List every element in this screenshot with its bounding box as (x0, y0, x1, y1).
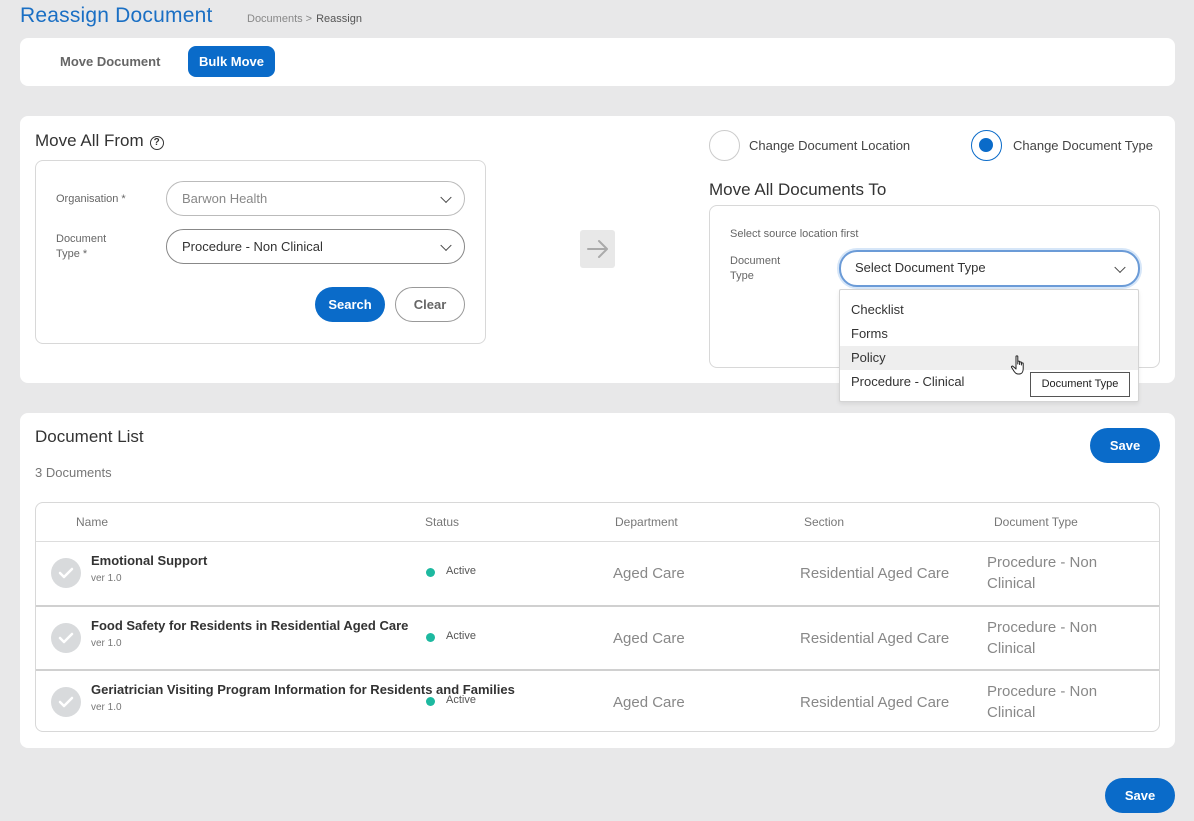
organisation-value: Barwon Health (182, 191, 268, 206)
section-cell: Residential Aged Care (800, 630, 950, 647)
status-dot-icon (426, 568, 435, 577)
doc-type-label-line1: Document (56, 233, 107, 245)
doc-type-label: Document Type * (56, 232, 106, 262)
status-badge: Active (446, 565, 476, 577)
section-cell: Residential Aged Care (800, 565, 950, 582)
target-doc-type-label-line1: Document (730, 255, 781, 267)
document-list-title: Document List (35, 427, 144, 446)
radio-change-location[interactable] (709, 130, 740, 161)
document-table: Name Status Department Section Document … (35, 502, 1160, 732)
document-type-cell: Procedure - Non Clinical (987, 552, 1097, 594)
clear-button[interactable]: Clear (395, 287, 465, 322)
move-from-title: Move All From? (35, 131, 164, 151)
document-name: Emotional Support (91, 553, 208, 568)
radio-change-type-label[interactable]: Change Document Type (1013, 138, 1153, 153)
move-to-title: Move All Documents To (709, 180, 887, 199)
source-hint: Select source location first (730, 228, 859, 240)
organisation-label: Organisation * (56, 193, 126, 205)
status-dot-icon (426, 697, 435, 706)
save-button-footer[interactable]: Save (1105, 778, 1175, 813)
search-button[interactable]: Search (315, 287, 385, 322)
status-badge: Active (446, 694, 476, 706)
chevron-down-icon (440, 239, 452, 251)
target-doc-type-select[interactable]: Select Document Type (839, 250, 1140, 287)
check-icon[interactable] (51, 623, 81, 653)
document-type-cell: Procedure - Non Clinical (987, 681, 1097, 723)
document-count: 3 Documents (35, 465, 112, 480)
table-row[interactable]: Food Safety for Residents in Residential… (36, 605, 1159, 669)
column-header-name: Name (76, 515, 109, 529)
dropdown-option-policy[interactable]: Policy (840, 346, 1138, 370)
radio-change-location-label[interactable]: Change Document Location (749, 138, 910, 153)
move-from-box: Organisation * Barwon Health Document Ty… (35, 160, 486, 344)
breadcrumb-documents-link[interactable]: Documents (247, 13, 303, 25)
status-dot-icon (426, 633, 435, 642)
doc-type-value: Procedure - Non Clinical (182, 239, 323, 254)
section-cell: Residential Aged Care (800, 694, 950, 711)
document-type-cell: Procedure - Non Clinical (987, 617, 1097, 659)
dropdown-option-forms[interactable]: Forms (840, 322, 1138, 346)
tooltip: Document Type (1030, 372, 1130, 397)
save-button-list[interactable]: Save (1090, 428, 1160, 463)
chevron-down-icon (440, 191, 452, 203)
column-header-department: Department (615, 515, 678, 529)
document-version: ver 1.0 (91, 638, 122, 649)
chevron-down-icon (1114, 261, 1126, 273)
tab-bulk-move[interactable]: Bulk Move (188, 46, 276, 77)
document-type-line1: Procedure - Non (987, 683, 1098, 700)
doc-type-label-line2: Type * (56, 248, 88, 260)
hand-cursor-icon (1010, 354, 1030, 383)
department-cell: Aged Care (613, 630, 685, 647)
document-version: ver 1.0 (91, 573, 122, 584)
status-badge: Active (446, 630, 476, 642)
document-name: Food Safety for Residents in Residential… (91, 618, 409, 633)
target-doc-type-label-line2: Type (730, 270, 754, 282)
column-header-document-type: Document Type (994, 515, 1078, 529)
move-from-title-text: Move All From (35, 131, 144, 150)
document-type-line2: Clinical (987, 704, 1036, 721)
document-version: ver 1.0 (91, 702, 122, 713)
breadcrumb-current: Reassign (316, 13, 362, 25)
target-doc-type-placeholder: Select Document Type (855, 260, 986, 275)
dropdown-option-checklist[interactable]: Checklist (840, 298, 1138, 322)
help-icon[interactable]: ? (149, 136, 164, 150)
page-title: Reassign Document (20, 4, 213, 27)
department-cell: Aged Care (613, 694, 685, 711)
department-cell: Aged Care (613, 565, 685, 582)
table-row[interactable]: Geriatrician Visiting Program Informatio… (36, 669, 1159, 731)
check-icon[interactable] (51, 687, 81, 717)
breadcrumb: Documents > Reassign (247, 13, 362, 25)
document-type-line2: Clinical (987, 640, 1036, 657)
tabs-bar: Move Document Bulk Move (20, 38, 1175, 86)
tab-move-document[interactable]: Move Document (49, 46, 171, 77)
radio-change-type[interactable] (971, 130, 1002, 161)
document-type-line1: Procedure - Non (987, 554, 1098, 571)
target-doc-type-label: Document Type (730, 254, 780, 284)
column-header-section: Section (804, 515, 845, 529)
organisation-select[interactable]: Barwon Health (166, 181, 465, 216)
document-type-line2: Clinical (987, 575, 1036, 592)
document-type-line1: Procedure - Non (987, 619, 1098, 636)
check-icon[interactable] (51, 558, 81, 588)
arrow-right-icon (580, 230, 615, 268)
doc-type-select[interactable]: Procedure - Non Clinical (166, 229, 465, 264)
column-header-status: Status (425, 515, 460, 529)
document-list-panel: Document List 3 Documents Save Name Stat… (20, 413, 1175, 748)
table-row[interactable]: Emotional Support ver 1.0 Active Aged Ca… (36, 541, 1159, 605)
breadcrumb-separator: > (305, 13, 313, 25)
